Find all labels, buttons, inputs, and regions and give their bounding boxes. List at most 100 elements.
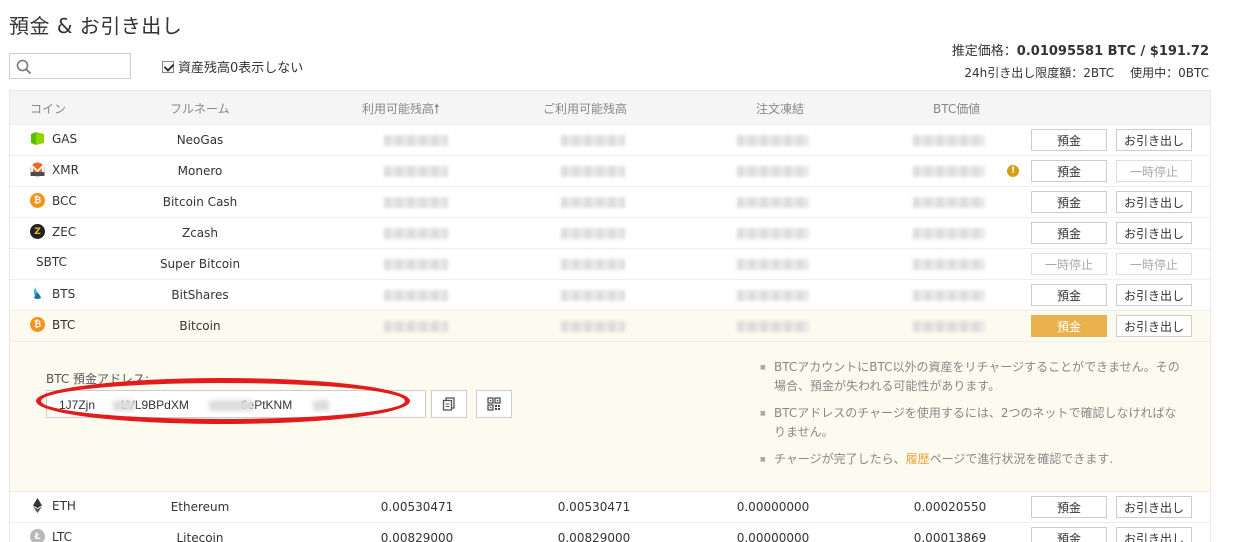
hide-zero-toggle[interactable]: 資産残高0表示しない xyxy=(162,57,303,76)
table-row: ETH Ethereum 0.00530471 0.00530471 0.000… xyxy=(10,491,1210,522)
search-input[interactable] xyxy=(38,57,126,75)
deposit-button[interactable]: 預金 xyxy=(1031,160,1107,182)
redacted-text xyxy=(313,400,329,411)
coin-fullname: Ethereum xyxy=(170,500,230,514)
coin-cell: SBTC xyxy=(36,255,67,269)
withdraw-button[interactable]: お引き出し xyxy=(1116,129,1192,151)
available-balance: 0.00829000 xyxy=(380,531,454,542)
deposit-button[interactable]: 預金 xyxy=(1031,284,1107,306)
table-header: コイン フルネーム 利用可能残高🠕 ご利用可能残高 注文凍結 BTC価値 xyxy=(10,91,1210,124)
note-text: ページで進行状況を確認できます. xyxy=(929,452,1114,466)
withdraw-button[interactable]: お引き出し xyxy=(1116,496,1192,518)
deposit-notes: BTCアカウントにBTC以外の資産をリチャージすることができません。その場合、預… xyxy=(760,358,1180,477)
search-icon xyxy=(16,59,32,75)
coin-fullname: Monero xyxy=(177,164,223,178)
estimate-label: 推定価格： xyxy=(951,44,1017,59)
warning-icon[interactable]: ! xyxy=(1007,165,1019,177)
header-your-available[interactable]: ご利用可能残高 xyxy=(543,100,627,117)
header-coin[interactable]: コイン xyxy=(30,100,66,117)
btc-value: 0.00020550 xyxy=(913,500,987,514)
coin-cell: BTS xyxy=(30,286,75,301)
note-text: チャージが完了したら、 xyxy=(774,452,906,466)
withdraw-button[interactable]: お引き出し xyxy=(1116,222,1192,244)
coin-symbol: LTC xyxy=(52,529,73,542)
table-row: ₿ BCC Bitcoin Cash 預金 お引き出し xyxy=(10,186,1210,217)
hidden-balance xyxy=(913,321,985,332)
header-available-label: 利用可能残高 xyxy=(362,102,435,116)
deposit-address-field[interactable]: 1J7Zjn LVL9BPdXM 6ePtKNM xyxy=(46,390,426,418)
hidden-balance xyxy=(384,290,448,301)
withdraw-suspended-button[interactable]: 一時停止 xyxy=(1116,160,1192,182)
coin-fullname: Bitcoin xyxy=(179,319,221,333)
estimate-amount: 0.01095581 BTC / $191.72 xyxy=(1016,44,1209,59)
coin-cell: Ł LTC xyxy=(30,529,72,542)
header-btc-value[interactable]: BTC価値 xyxy=(933,100,980,117)
deposit-button-active[interactable]: 預金 xyxy=(1031,315,1107,337)
note-item: BTCアカウントにBTC以外の資産をリチャージすることができません。その場合、預… xyxy=(760,358,1180,396)
withdraw-button[interactable]: お引き出し xyxy=(1116,284,1192,306)
table-row: ₿ BTC Bitcoin 預金 お引き出し xyxy=(10,310,1210,341)
deposit-button[interactable]: 預金 xyxy=(1031,129,1107,151)
qr-code-button[interactable] xyxy=(476,390,512,418)
table-row: BTS BitShares 預金 お引き出し xyxy=(10,279,1210,310)
ethereum-icon xyxy=(33,498,42,513)
deposit-button[interactable]: 預金 xyxy=(1031,496,1107,518)
header-available[interactable]: 利用可能残高🠕 xyxy=(362,100,440,122)
deposit-suspended-button[interactable]: 一時停止 xyxy=(1031,253,1107,275)
hidden-balance xyxy=(913,228,985,239)
hidden-balance xyxy=(913,259,985,270)
copy-button[interactable] xyxy=(431,390,467,418)
search-box[interactable] xyxy=(9,53,131,79)
hidden-balance xyxy=(737,228,809,239)
hidden-balance xyxy=(737,321,809,332)
hidden-balance xyxy=(913,166,985,177)
hidden-balance xyxy=(561,197,625,208)
frozen-balance: 0.00000000 xyxy=(736,531,810,542)
hidden-balance xyxy=(561,228,625,239)
withdraw-suspended-button[interactable]: 一時停止 xyxy=(1116,253,1192,275)
header-frozen[interactable]: 注文凍結 xyxy=(756,100,804,117)
coin-symbol: BTC xyxy=(52,317,76,332)
hidden-balance xyxy=(384,321,448,332)
deposit-address-text[interactable]: 1J7Zjn LVL9BPdXM 6ePtKNM xyxy=(59,398,292,412)
hide-zero-checkbox[interactable] xyxy=(162,60,174,73)
coin-cell: Z ZEC xyxy=(30,224,76,239)
your-available-balance: 0.00829000 xyxy=(557,531,631,542)
table-row: Ł LTC Litecoin 0.00829000 0.00829000 0.0… xyxy=(10,522,1210,542)
bitshares-icon xyxy=(34,287,41,299)
in-use-label: 使用中：0BTC xyxy=(1130,66,1209,80)
history-link[interactable]: 履歴 xyxy=(906,452,930,466)
hidden-balance xyxy=(737,259,809,270)
withdraw-button[interactable]: お引き出し xyxy=(1116,527,1192,542)
bitcoin-cash-icon: ₿ xyxy=(30,193,45,208)
monero-icon xyxy=(30,162,45,177)
available-balance: 0.00530471 xyxy=(380,500,454,514)
qr-code-icon xyxy=(487,397,501,411)
header-fullname[interactable]: フルネーム xyxy=(170,100,230,117)
hidden-balance xyxy=(561,321,625,332)
table-row: XMR Monero ! 預金 一時停止 xyxy=(10,155,1210,186)
hidden-balance xyxy=(913,290,985,301)
deposit-address-label: BTC 預金アドレス: xyxy=(46,372,150,386)
coin-fullname: NeoGas xyxy=(176,133,224,147)
withdraw-button[interactable]: お引き出し xyxy=(1116,315,1192,337)
coin-fullname: Zcash xyxy=(181,226,219,240)
limit-label: 24h引き出し限度額：2BTC xyxy=(964,66,1115,80)
hidden-balance xyxy=(561,166,625,177)
hidden-balance xyxy=(561,290,625,301)
deposit-button[interactable]: 預金 xyxy=(1031,527,1107,542)
sort-up-icon: 🠕 xyxy=(434,102,440,117)
deposit-detail-panel: BTC 預金アドレス: 1J7ZjnLVL9BPdXM6ePtKNM BTCアカ… xyxy=(10,341,1210,491)
hidden-balance xyxy=(561,135,625,146)
deposit-button[interactable]: 預金 xyxy=(1031,222,1107,244)
coin-cell: GAS xyxy=(30,131,77,146)
note-item: チャージが完了したら、履歴ページで進行状況を確認できます. xyxy=(760,450,1180,469)
litecoin-icon: Ł xyxy=(30,529,45,542)
deposit-button[interactable]: 預金 xyxy=(1031,191,1107,213)
coin-cell: ETH xyxy=(30,498,76,513)
btc-value: 0.00013869 xyxy=(913,531,987,542)
withdraw-button[interactable]: お引き出し xyxy=(1116,191,1192,213)
coin-symbol: BCC xyxy=(52,193,77,208)
coin-cell: ₿ BTC xyxy=(30,317,75,332)
coin-fullname: Bitcoin Cash xyxy=(162,195,238,209)
